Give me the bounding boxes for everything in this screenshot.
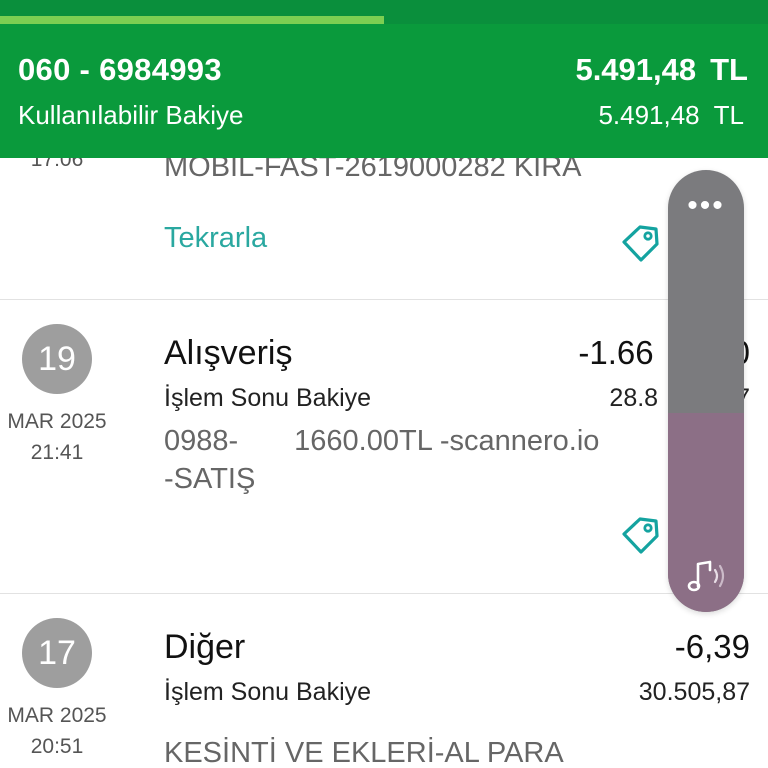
transaction-description: KESİNTİ VE EKLERİ-AL PARA: [164, 737, 564, 768]
end-balance-label: İşlem Sonu Bakiye: [164, 384, 372, 412]
transaction-date: MAR 2025 21:41: [0, 406, 114, 468]
description-part-2: 1660.00TL -scannero.io: [294, 425, 600, 457]
tag-icon[interactable]: [618, 222, 662, 266]
transaction-title: Alışveriş: [164, 334, 293, 372]
account-balance-amount: 5.491,48: [575, 52, 697, 87]
transaction-amount: -6,39: [674, 628, 750, 665]
transaction-title: Diğer: [164, 628, 246, 666]
loading-bar-fill: [0, 16, 384, 24]
transaction-date: MAR 2025 20:51: [0, 700, 114, 762]
more-options-icon[interactable]: •••: [668, 191, 744, 221]
transaction-month-year: MAR 2025: [7, 410, 107, 433]
account-number: 060 - 6984993: [18, 52, 222, 87]
music-note-icon[interactable]: [686, 558, 728, 594]
tag-icon[interactable]: [618, 514, 662, 558]
available-balance: 5.491,48 TL: [598, 100, 744, 131]
account-balance-currency: TL: [710, 52, 748, 87]
available-balance-label: Kullanılabilir Bakiye: [18, 100, 244, 130]
transaction-time: 20:51: [30, 735, 84, 758]
day-badge: 19: [22, 324, 92, 394]
description-part-1: 0988-: [164, 425, 239, 457]
transaction-item[interactable]: 19 MAR 2025 21:41 Alışveriş -1.660 İşlem…: [0, 300, 768, 594]
description-line-2: -SATIŞ: [164, 463, 256, 495]
end-balance-label: İşlem Sonu Bakiye: [164, 678, 372, 706]
day-badge: 17: [22, 618, 92, 688]
loading-bar: [0, 0, 768, 24]
available-balance-amount: 5.491,48: [598, 100, 700, 130]
transaction-time: 21:41: [30, 441, 84, 464]
account-balance: 5.491,48 TL: [575, 52, 748, 88]
end-balance-visible: 28.8: [609, 384, 659, 412]
transaction-item[interactable]: 17 MAR 2025 20:51 Diğer -6,39 İşlem Sonu…: [0, 594, 768, 768]
transaction-amount-visible: -1.66: [578, 334, 654, 371]
account-header[interactable]: 060 - 6984993 Kullanılabilir Bakiye 5.49…: [0, 24, 768, 158]
transaction-description: 0988- 1660.00TL -scannero.io -SATIŞ: [164, 422, 599, 498]
available-balance-currency: TL: [713, 100, 744, 130]
repeat-link[interactable]: Tekrarla: [164, 222, 267, 255]
end-balance-value: 30.505,87: [638, 678, 750, 706]
volume-slider[interactable]: •••: [668, 170, 744, 612]
transaction-month-year: MAR 2025: [7, 704, 107, 727]
